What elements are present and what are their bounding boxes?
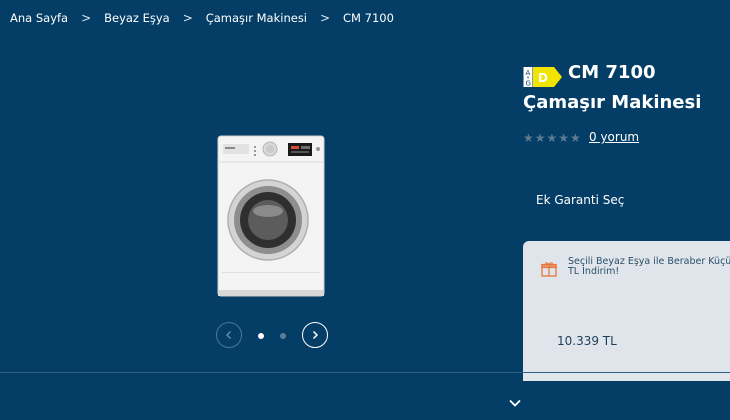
breadcrumb-white-goods[interactable]: Beyaz Eşya bbox=[104, 11, 170, 25]
chevron-right-icon bbox=[312, 330, 319, 340]
extra-warranty-select[interactable]: Ek Garanti Seç bbox=[536, 193, 624, 207]
energy-class-badge[interactable]: A G D bbox=[523, 66, 563, 88]
breadcrumb-separator: > bbox=[81, 11, 92, 25]
chevron-down-icon bbox=[509, 399, 521, 407]
washing-machine-image bbox=[217, 135, 325, 297]
energy-scale-bottom: G bbox=[526, 80, 531, 88]
price: 10.339 TL bbox=[557, 334, 617, 348]
energy-class-letter: D bbox=[538, 71, 548, 85]
reviews-link[interactable]: 0 yorum bbox=[589, 130, 639, 144]
promo-card: Seçili Beyaz Eşya ile Beraber Küçük TL İ… bbox=[523, 241, 730, 381]
breadcrumb-separator: > bbox=[182, 11, 193, 25]
next-image-button[interactable] bbox=[302, 322, 328, 348]
chevron-left-icon bbox=[226, 331, 231, 339]
breadcrumb-current: CM 7100 bbox=[343, 11, 394, 25]
previous-image-button[interactable] bbox=[216, 322, 242, 348]
product-category-title: Çamaşır Makinesi bbox=[523, 92, 702, 113]
rating-stars: ★★★★★ bbox=[523, 131, 582, 145]
energy-scale-top: A bbox=[526, 69, 531, 77]
product-image[interactable] bbox=[210, 132, 330, 300]
breadcrumb: Ana Sayfa > Beyaz Eşya > Çamaşır Makines… bbox=[10, 9, 394, 27]
gift-icon bbox=[541, 262, 557, 277]
product-model-title: CM 7100 bbox=[568, 62, 656, 83]
breadcrumb-separator: > bbox=[319, 11, 331, 25]
promo-text[interactable]: Seçili Beyaz Eşya ile Beraber Küçük TL İ… bbox=[568, 257, 730, 277]
section-divider bbox=[0, 372, 730, 373]
gallery-dot[interactable] bbox=[280, 333, 286, 339]
breadcrumb-home[interactable]: Ana Sayfa bbox=[10, 11, 68, 25]
breadcrumb-washing-machine[interactable]: Çamaşır Makinesi bbox=[206, 11, 307, 25]
gallery-dot-active[interactable] bbox=[258, 333, 264, 339]
expand-button[interactable] bbox=[505, 395, 525, 411]
